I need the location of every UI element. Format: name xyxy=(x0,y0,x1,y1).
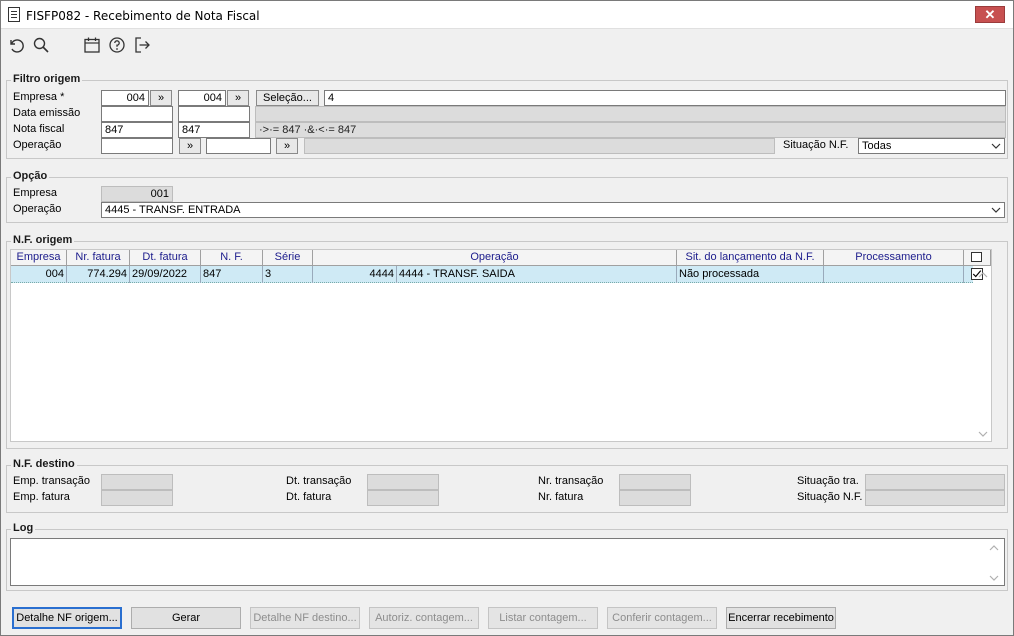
selecao-button[interactable]: Seleção... xyxy=(256,90,319,106)
window-title: FISFP082 - Recebimento de Nota Fiscal xyxy=(26,9,260,23)
situacao-nf-label: Situação N.F. xyxy=(783,139,849,151)
col-nf[interactable]: N. F. xyxy=(201,250,263,266)
dt-transacao-label: Dt. transação xyxy=(286,475,352,487)
grid-scrollbar[interactable] xyxy=(975,266,991,441)
operacao-from-lookup-button[interactable]: » xyxy=(179,138,201,154)
data-emissao-to-input[interactable] xyxy=(178,106,250,122)
chevron-up-icon[interactable] xyxy=(986,543,1002,553)
chevron-down-icon xyxy=(991,207,1001,213)
chevron-down-icon[interactable] xyxy=(986,573,1002,583)
col-select-all[interactable] xyxy=(964,250,991,266)
dt-fatura-label: Dt. fatura xyxy=(286,491,332,503)
listar-contagem-button[interactable]: Listar contagem... xyxy=(488,607,598,629)
opcao-empresa-field: 001 xyxy=(101,186,173,202)
cell-operacao-code: 4444 xyxy=(313,266,397,283)
data-emissao-label: Data emissão xyxy=(13,107,81,119)
col-dt-fatura[interactable]: Dt. fatura xyxy=(130,250,201,266)
data-emissao-from-input[interactable] xyxy=(101,106,173,122)
col-serie[interactable]: Série xyxy=(263,250,313,266)
calendar-icon[interactable] xyxy=(83,36,101,54)
search-icon[interactable] xyxy=(32,36,50,54)
situacao-nf-destino-label: Situação N.F. xyxy=(797,491,863,503)
operacao-to-lookup-button[interactable]: » xyxy=(276,138,298,154)
log-textarea[interactable] xyxy=(10,538,1005,586)
emp-transacao-field xyxy=(101,474,173,490)
situacao-nf-destino-field xyxy=(865,490,1005,506)
close-button[interactable]: ✕ xyxy=(975,6,1005,23)
chevron-down-icon[interactable] xyxy=(975,429,991,439)
undo-icon[interactable] xyxy=(7,36,25,54)
situacao-tra-label: Situação tra. xyxy=(797,475,859,487)
col-processamento[interactable]: Processamento xyxy=(824,250,964,266)
opcao-empresa-label: Empresa xyxy=(13,187,58,199)
col-nr-fatura[interactable]: Nr. fatura xyxy=(67,250,130,266)
empresa-to-input[interactable]: 004 xyxy=(178,90,226,106)
nota-fiscal-from-input[interactable]: 847 xyxy=(101,122,173,138)
dt-transacao-field xyxy=(367,474,439,490)
nr-transacao-label: Nr. transação xyxy=(538,475,604,487)
emp-fatura-field xyxy=(101,490,173,506)
empresa-to-lookup-button[interactable]: » xyxy=(227,90,249,106)
nr-fatura-field xyxy=(619,490,691,506)
operacao-from-input[interactable] xyxy=(101,138,173,154)
gerar-button[interactable]: Gerar xyxy=(131,607,241,629)
nota-fiscal-label: Nota fiscal xyxy=(13,123,65,135)
empresa-label: Empresa * xyxy=(13,91,65,103)
chevron-down-icon xyxy=(991,143,1001,149)
chevron-up-icon[interactable] xyxy=(975,270,991,280)
exit-icon[interactable] xyxy=(133,36,151,54)
opcao-operacao-label: Operação xyxy=(13,203,62,215)
opcao-operacao-value: 4445 - TRANSF. ENTRADA xyxy=(105,204,241,216)
document-icon xyxy=(8,7,20,22)
nf-destino-title: N.F. destino xyxy=(11,458,77,470)
detalhe-nf-origem-button[interactable]: Detalhe NF origem... xyxy=(12,607,122,629)
cell-nf: 847 xyxy=(201,266,263,283)
cell-empresa: 004 xyxy=(11,266,67,283)
nf-origem-title: N.F. origem xyxy=(11,234,75,246)
grid-header: Empresa Nr. fatura Dt. fatura N. F. Séri… xyxy=(11,250,991,266)
select-all-checkbox[interactable] xyxy=(971,252,982,262)
cell-serie: 3 xyxy=(263,266,313,283)
toolbar xyxy=(1,30,1013,60)
conferir-contagem-button[interactable]: Conferir contagem... xyxy=(607,607,717,629)
cell-nr-fatura: 774.294 xyxy=(67,266,130,283)
nota-fiscal-to-input[interactable]: 847 xyxy=(178,122,250,138)
cell-situacao: Não processada xyxy=(677,266,824,283)
table-row[interactable]: 004 774.294 29/09/2022 847 3 4444 4444 -… xyxy=(11,266,973,283)
detalhe-nf-destino-button[interactable]: Detalhe NF destino... xyxy=(250,607,360,629)
nr-transacao-field xyxy=(619,474,691,490)
opcao-operacao-select[interactable]: 4445 - TRANSF. ENTRADA xyxy=(101,202,1005,218)
title-bar: FISFP082 - Recebimento de Nota Fiscal ✕ xyxy=(1,1,1013,29)
nota-fiscal-expression-field: ·>·= 847 ·&·<·= 847 xyxy=(255,122,1006,138)
filtro-origem-title: Filtro origem xyxy=(11,73,83,85)
nf-origem-grid: Empresa Nr. fatura Dt. fatura N. F. Séri… xyxy=(10,249,992,442)
nr-fatura-label: Nr. fatura xyxy=(538,491,584,503)
selecao-value-field[interactable]: 4 xyxy=(324,90,1006,106)
empresa-from-input[interactable]: 004 xyxy=(101,90,149,106)
col-empresa[interactable]: Empresa xyxy=(11,250,67,266)
data-emissao-expression-field xyxy=(255,106,1006,122)
help-icon[interactable] xyxy=(108,36,126,54)
operacao-to-input[interactable] xyxy=(206,138,271,154)
encerrar-recebimento-button[interactable]: Encerrar recebimento xyxy=(726,607,836,629)
dt-fatura-field xyxy=(367,490,439,506)
log-title: Log xyxy=(11,522,36,534)
empresa-from-lookup-button[interactable]: » xyxy=(150,90,172,106)
operacao-label: Operação xyxy=(13,139,62,151)
autoriz-contagem-button[interactable]: Autoriz. contagem... xyxy=(369,607,479,629)
cell-operacao-desc: 4444 - TRANSF. SAIDA xyxy=(397,266,677,283)
main-window: FISFP082 - Recebimento de Nota Fiscal ✕ … xyxy=(0,0,1014,636)
col-situacao[interactable]: Sit. do lançamento da N.F. xyxy=(677,250,824,266)
emp-transacao-label: Emp. transação xyxy=(13,475,91,487)
opcao-title: Opção xyxy=(11,170,50,182)
situacao-tra-field xyxy=(865,474,1005,490)
cell-dt-fatura: 29/09/2022 xyxy=(130,266,201,283)
situacao-nf-value: Todas xyxy=(862,140,892,152)
cell-processamento xyxy=(824,266,964,283)
situacao-nf-select[interactable]: Todas xyxy=(858,138,1005,154)
operacao-description-field xyxy=(304,138,775,154)
col-operacao[interactable]: Operação xyxy=(313,250,677,266)
emp-fatura-label: Emp. fatura xyxy=(13,491,70,503)
